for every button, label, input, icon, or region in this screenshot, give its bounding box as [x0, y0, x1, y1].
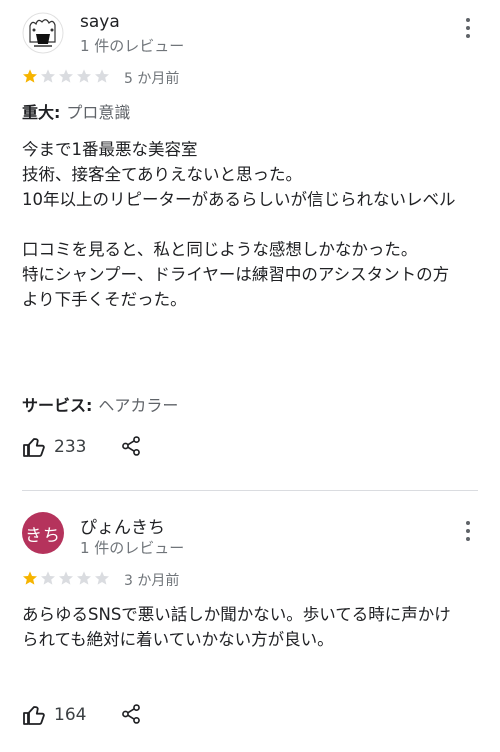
star-empty-icon	[95, 571, 109, 585]
star-empty-icon	[41, 571, 55, 585]
review-date: 5 か月前	[124, 71, 180, 87]
more-options-icon[interactable]	[458, 16, 478, 40]
review-card: saya 1 件のレビュー 5 か月前 重大: プロ意識 今まで1番最悪な美容室 …	[0, 0, 500, 490]
review-text: あらゆるSNSで悪い話しか聞かない。歩いてる時に声かけられても絶対に着いていかな…	[22, 605, 451, 649]
share-icon[interactable]	[120, 435, 142, 457]
review-card: きち ぴょんきち 1 件のレビュー 3 か月前 あらゆるSNSで悪い話しか聞かな…	[0, 490, 500, 752]
avatar[interactable]: きち	[22, 512, 64, 554]
star-empty-icon	[77, 571, 91, 585]
star-rating	[22, 570, 110, 586]
star-empty-icon	[59, 571, 73, 585]
star-rating	[22, 68, 110, 84]
service-label: サービス:	[22, 396, 93, 415]
star-empty-icon	[59, 69, 73, 83]
thumbs-up-icon	[23, 438, 45, 457]
avatar[interactable]	[22, 12, 64, 54]
review-text: 今まで1番最悪な美容室 技術、接客全てありえないと思った。 10年以上のリピータ…	[22, 140, 456, 309]
star-empty-icon	[77, 69, 91, 83]
like-button[interactable]: 233	[22, 434, 86, 460]
star-filled-icon	[23, 571, 37, 585]
reviewer-review-count: 1 件のレビュー	[80, 539, 185, 557]
reviewer-review-count: 1 件のレビュー	[80, 37, 185, 55]
thumbs-up-icon	[23, 706, 45, 725]
service-value: ヘアカラー	[98, 396, 179, 415]
star-filled-icon	[23, 69, 37, 83]
reviewer-name[interactable]: ぴょんきち	[80, 513, 165, 538]
like-count: 164	[54, 705, 87, 725]
highlight-value: プロ意識	[66, 103, 131, 122]
review-date: 3 か月前	[124, 573, 180, 589]
share-icon[interactable]	[120, 703, 142, 725]
star-empty-icon	[95, 69, 109, 83]
highlight-label: 重大:	[22, 103, 61, 122]
reviewer-name[interactable]: saya	[80, 12, 120, 32]
star-empty-icon	[41, 69, 55, 83]
service-line: サービス: ヘアカラー	[22, 392, 178, 416]
avatar-illustration-icon	[22, 12, 64, 54]
like-button[interactable]: 164	[22, 702, 86, 728]
more-options-icon[interactable]	[458, 519, 478, 543]
highlight-line: 重大: プロ意識	[22, 99, 130, 123]
like-count: 233	[54, 437, 87, 457]
